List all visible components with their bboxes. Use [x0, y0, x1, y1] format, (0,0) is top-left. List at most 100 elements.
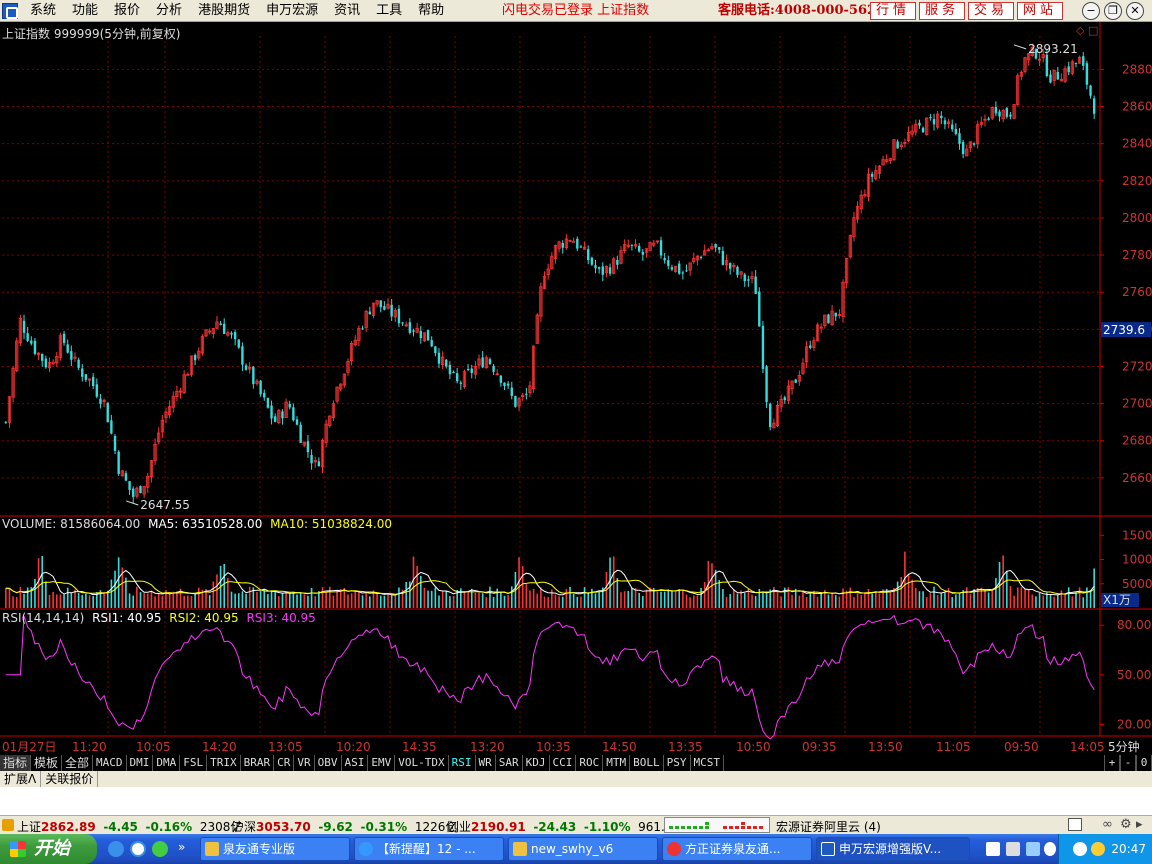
candle-body-down — [943, 120, 947, 125]
volume-panel-title: VOLUME: 81586064.00 MA5: 63510528.00 MA1… — [2, 517, 396, 531]
browser-icon[interactable] — [130, 841, 146, 857]
settings-gear-icon[interactable]: ⚙ — [1120, 817, 1132, 832]
main-y-tick-label: 2720 — [1122, 359, 1152, 373]
menu-system[interactable]: 系统 — [22, 0, 64, 22]
tab-trix[interactable]: TRIX — [207, 755, 241, 771]
candle-body-down — [1092, 98, 1096, 114]
candle-body-down — [430, 340, 433, 347]
candle-body-down — [637, 245, 641, 252]
main-y-tick-label: 2660 — [1122, 471, 1152, 485]
tab-vol-tdx[interactable]: VOL-TDX — [395, 755, 449, 771]
candle-body-down — [503, 382, 506, 387]
menu-news[interactable]: 资讯 — [326, 0, 368, 22]
tray-back-icon[interactable] — [1073, 842, 1087, 856]
signal-icon[interactable]: ∞ — [1102, 817, 1113, 832]
tab-wr[interactable]: WR — [476, 755, 496, 771]
x-tick-label: 01月27日 — [2, 740, 57, 754]
market-button[interactable]: 行情 — [870, 2, 916, 20]
tab-dmi[interactable]: DMI — [127, 755, 154, 771]
candlesticks — [4, 43, 1096, 503]
tab-emv[interactable]: EMV — [368, 755, 396, 771]
tray-keyboard-icon[interactable] — [986, 842, 1000, 856]
menu-quote[interactable]: 报价 — [106, 0, 148, 22]
panel-toggle-icons[interactable]: ◇ □ — [1076, 24, 1098, 37]
menu-swhy[interactable]: 申万宏源 — [258, 0, 326, 22]
task-swhy-enhanced[interactable]: 申万宏源增强版V... — [816, 837, 970, 861]
zoom-out-button[interactable]: - — [1120, 755, 1136, 771]
tab-mtm[interactable]: MTM — [603, 755, 631, 771]
close-icon[interactable]: ✕ — [1126, 2, 1144, 20]
expand-tab[interactable]: 扩展ᐱ — [0, 771, 42, 787]
tab-cr[interactable]: CR — [274, 755, 295, 771]
x-tick-label: 13:35 — [668, 740, 703, 754]
candle-body-down — [834, 312, 837, 317]
ie-icon[interactable] — [108, 841, 124, 857]
task-quanyoutong[interactable]: 泉友通专业版 — [200, 837, 350, 861]
service-button[interactable]: 服务 — [919, 2, 965, 20]
candle-body-up — [186, 373, 190, 376]
minimize-icon[interactable]: − — [1082, 2, 1100, 20]
server-name[interactable]: 宏源证券阿里云 (4) — [776, 818, 881, 835]
tab-mcst[interactable]: MCST — [691, 755, 725, 771]
tab-fsl[interactable]: FSL — [180, 755, 208, 771]
candle-body-down — [241, 346, 244, 365]
chart-area[interactable]: 2660268027002720274027602780280028202840… — [0, 22, 1152, 755]
zoom-in-button[interactable]: + — [1104, 755, 1120, 771]
menu-analysis[interactable]: 分析 — [148, 0, 190, 22]
candle-body-down — [106, 402, 109, 423]
system-tray: 20:47 — [1058, 834, 1152, 864]
x-tick-label: 09:50 — [1004, 740, 1039, 754]
menu-function[interactable]: 功能 — [64, 0, 106, 22]
candle-body-down — [30, 340, 33, 344]
tray-computer-icon[interactable] — [1006, 842, 1020, 856]
tab-vr[interactable]: VR — [294, 755, 315, 771]
windows-taskbar: 开始 » 泉友通专业版 【新提醒】12 - ... new_swhy_v6 方正… — [0, 834, 1152, 864]
tab-kdj[interactable]: KDJ — [523, 755, 550, 771]
candle-body-down — [233, 332, 237, 340]
tab-macd[interactable]: MACD — [93, 755, 127, 771]
candle-body-down — [288, 404, 291, 408]
restore-icon[interactable]: ❐ — [1104, 2, 1122, 20]
tab-dma[interactable]: DMA — [153, 755, 181, 771]
cy-index[interactable]: 创业2190.91 -24.43 -1.10% 961.2亿 — [447, 818, 685, 835]
reset-button[interactable]: 0 — [1136, 755, 1152, 771]
website-button[interactable]: 网站 — [1017, 2, 1063, 20]
start-button[interactable]: 开始 — [0, 834, 97, 864]
related-quote-tab[interactable]: 关联报价 — [41, 771, 99, 787]
tab-obv[interactable]: OBV — [315, 755, 342, 771]
keyboard-icon[interactable] — [1068, 818, 1082, 831]
sh-index[interactable]: 上证2862.89 -4.45 -0.16% 2308亿 — [17, 818, 242, 835]
tray-volume-icon[interactable] — [1044, 842, 1056, 856]
trade-button[interactable]: 交易 — [968, 2, 1014, 20]
task-new-reminder[interactable]: 【新提醒】12 - ... — [354, 837, 504, 861]
tab-cci[interactable]: CCI — [550, 755, 577, 771]
menu-help[interactable]: 帮助 — [410, 0, 452, 22]
index-icon[interactable] — [2, 819, 14, 831]
tab-asi[interactable]: ASI — [342, 755, 369, 771]
tab-roc[interactable]: ROC — [576, 755, 604, 771]
tab-sar[interactable]: SAR — [496, 755, 523, 771]
chart-canvas[interactable]: 2660268027002720274027602780280028202840… — [0, 22, 1152, 755]
app-logo-icon[interactable] — [2, 3, 18, 19]
task-founder-securities[interactable]: 方正证券泉友通... — [662, 837, 812, 861]
menu-arrow-icon[interactable]: ▸ — [1136, 817, 1143, 832]
menu-tools[interactable]: 工具 — [368, 0, 410, 22]
login-status[interactable]: 闪电交易已登录 上证指数 — [502, 0, 649, 22]
tab-brar[interactable]: BRAR — [241, 755, 275, 771]
low-price-label: 2647.55 — [140, 498, 190, 512]
tab-rsi[interactable]: RSI — [449, 755, 476, 771]
candle-body-down — [659, 240, 663, 256]
task-new-swhy[interactable]: new_swhy_v6 — [508, 837, 658, 861]
tab-boll[interactable]: BOLL — [630, 755, 664, 771]
menu-hk-futures[interactable]: 港股期货 — [190, 0, 258, 22]
tab-指标[interactable]: 指标 — [0, 755, 32, 771]
tray-network-icon[interactable] — [1026, 842, 1040, 856]
tray-forward-icon[interactable] — [1091, 842, 1105, 856]
main-y-tick-label: 2820 — [1122, 174, 1152, 188]
tab-全部[interactable]: 全部 — [62, 755, 94, 771]
tab-psy[interactable]: PSY — [664, 755, 691, 771]
quicklaunch-more-icon[interactable]: » — [178, 840, 190, 856]
quicklaunch-icon[interactable] — [152, 841, 168, 857]
tab-模板[interactable]: 模板 — [31, 755, 63, 771]
hs-index[interactable]: 沪深3053.70 -9.62 -0.31% 1226亿 — [232, 818, 457, 835]
